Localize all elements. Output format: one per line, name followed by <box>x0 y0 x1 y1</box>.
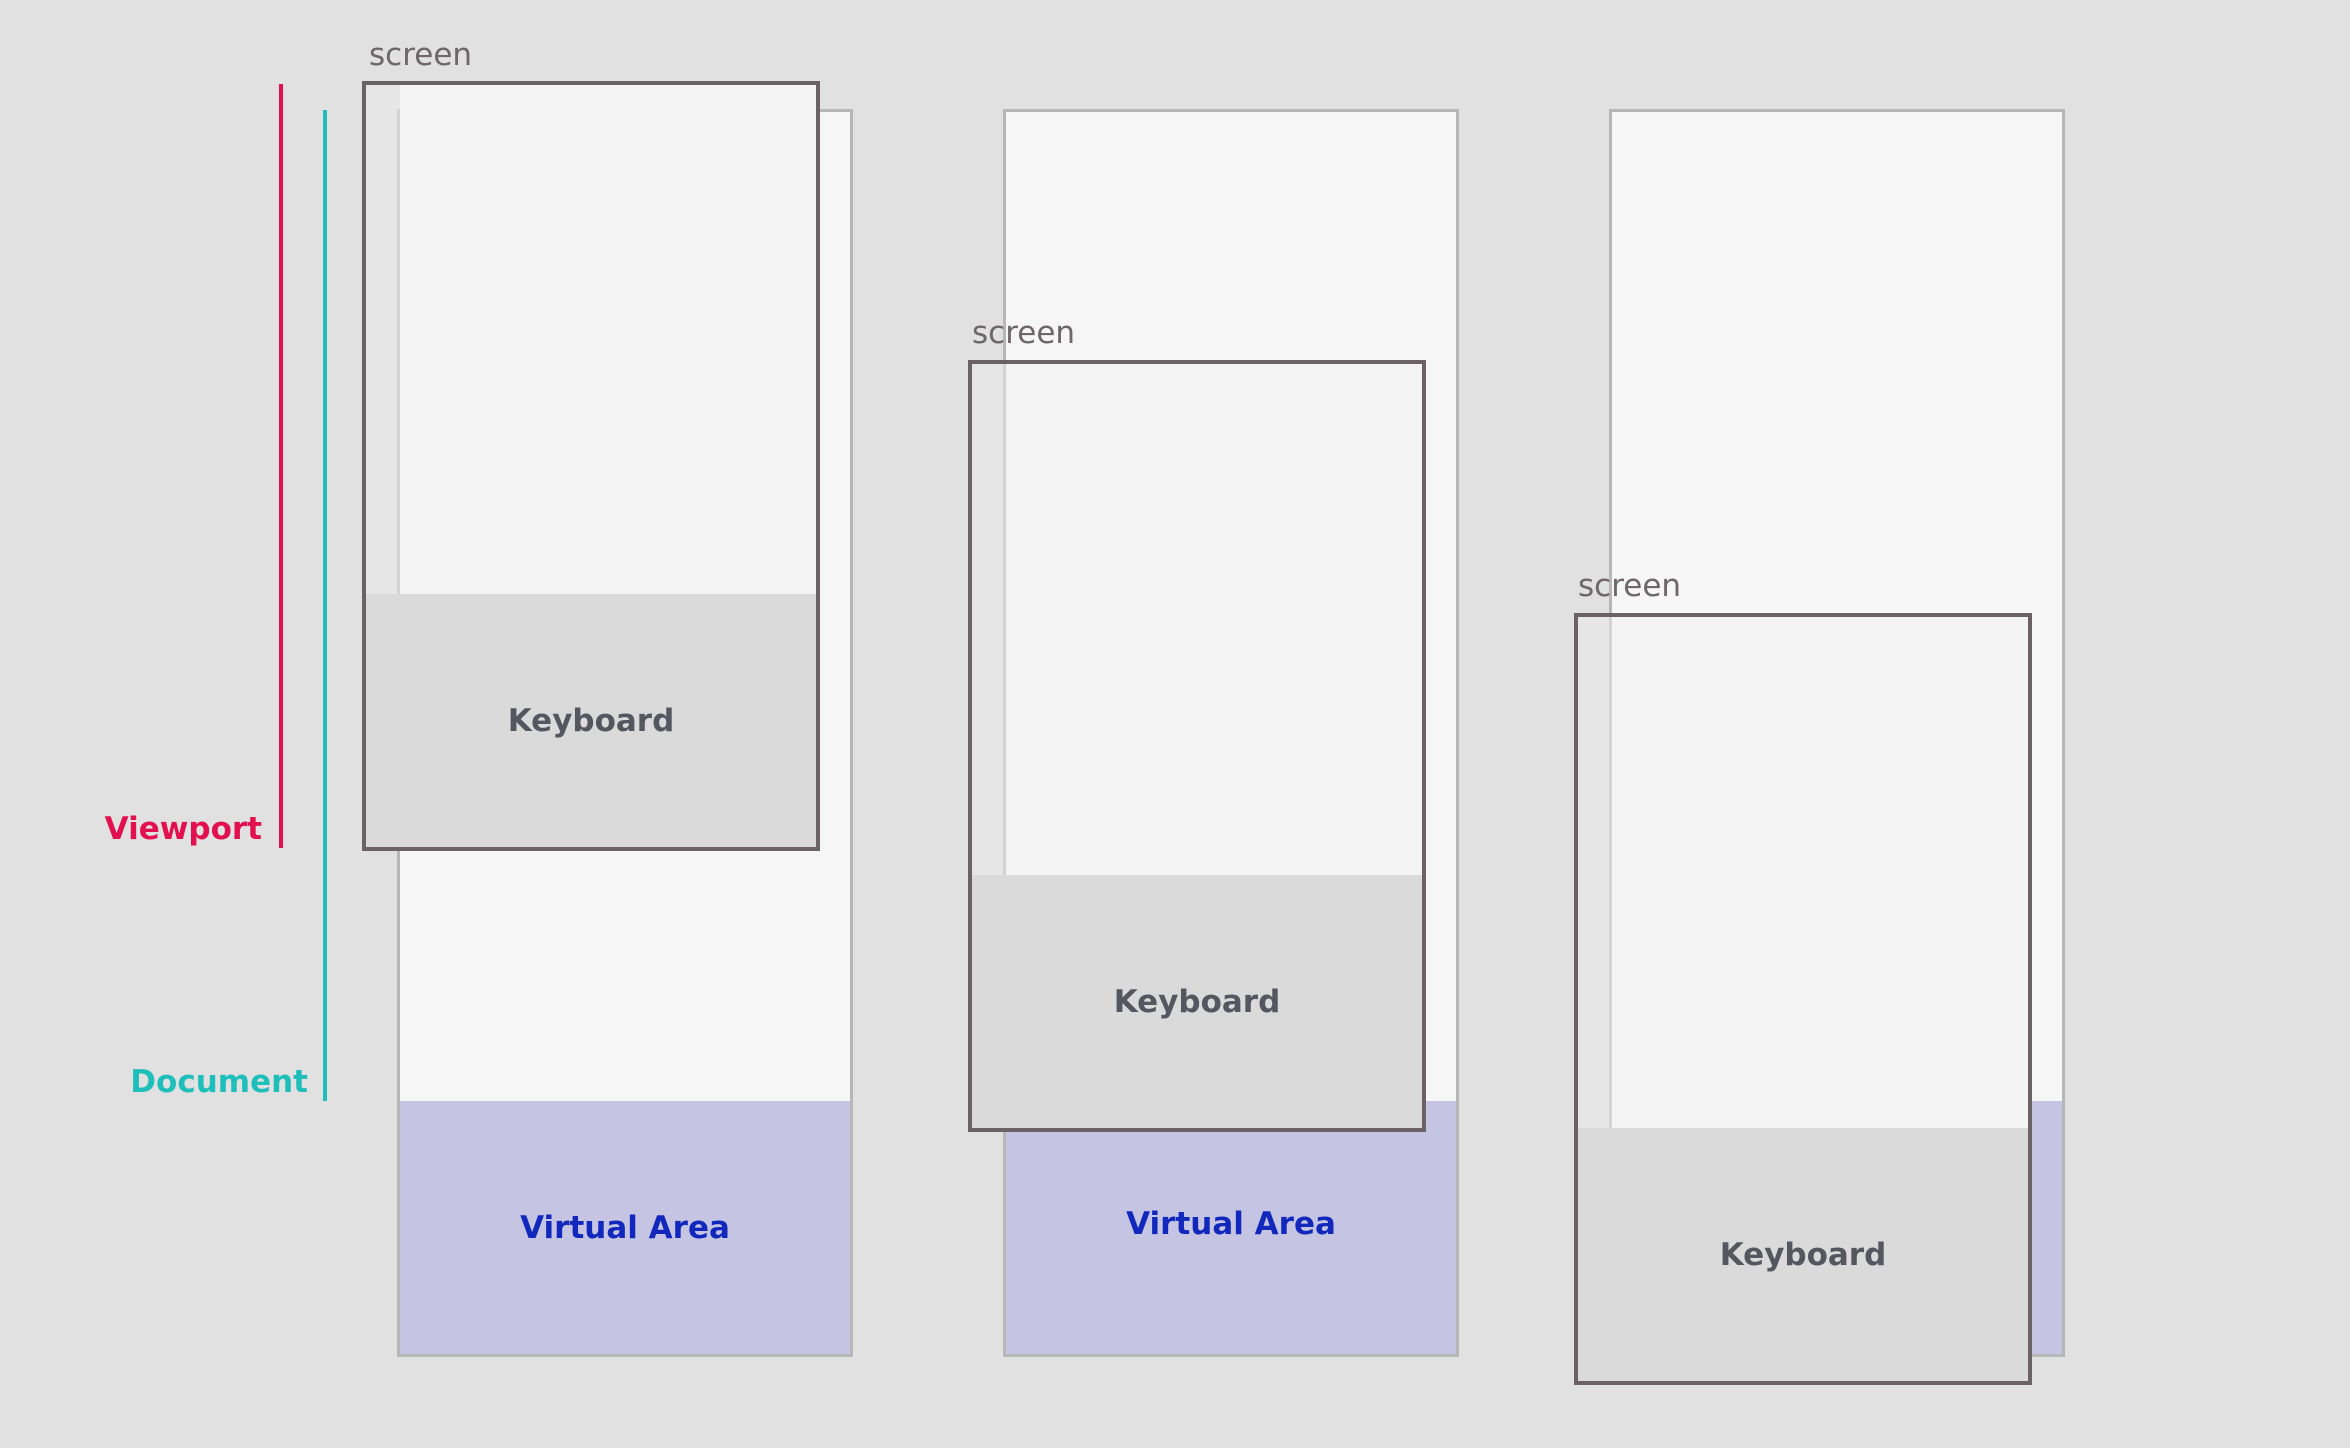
screen-label-1: screen <box>369 37 473 73</box>
keyboard-label: Keyboard <box>507 702 675 739</box>
document-bracket <box>323 110 327 1101</box>
virtual-area-label: Virtual Area <box>520 1209 730 1246</box>
virtual-area-1: Virtual Area <box>400 1101 850 1354</box>
screen-frame-3: Keyboard <box>1574 613 2032 1385</box>
virtual-area-label: Virtual Area <box>1126 1206 1336 1242</box>
screen-label-3: screen <box>1578 568 1682 604</box>
screen-label-2: screen <box>972 315 1076 351</box>
document-label: Document <box>130 1064 308 1100</box>
virtual-area-2: Virtual Area <box>1006 1101 1456 1354</box>
keyboard-label: Keyboard <box>1719 1236 1887 1273</box>
viewport-bracket <box>279 84 283 848</box>
screen-frame-2: Keyboard <box>968 360 1426 1132</box>
viewport-label: Viewport <box>104 811 262 847</box>
keyboard-3: Keyboard <box>1578 1128 2028 1381</box>
keyboard-2: Keyboard <box>972 875 1422 1128</box>
keyboard-1: Keyboard <box>366 594 816 847</box>
keyboard-label: Keyboard <box>1113 983 1281 1020</box>
screen-frame-1: Keyboard <box>362 81 820 851</box>
